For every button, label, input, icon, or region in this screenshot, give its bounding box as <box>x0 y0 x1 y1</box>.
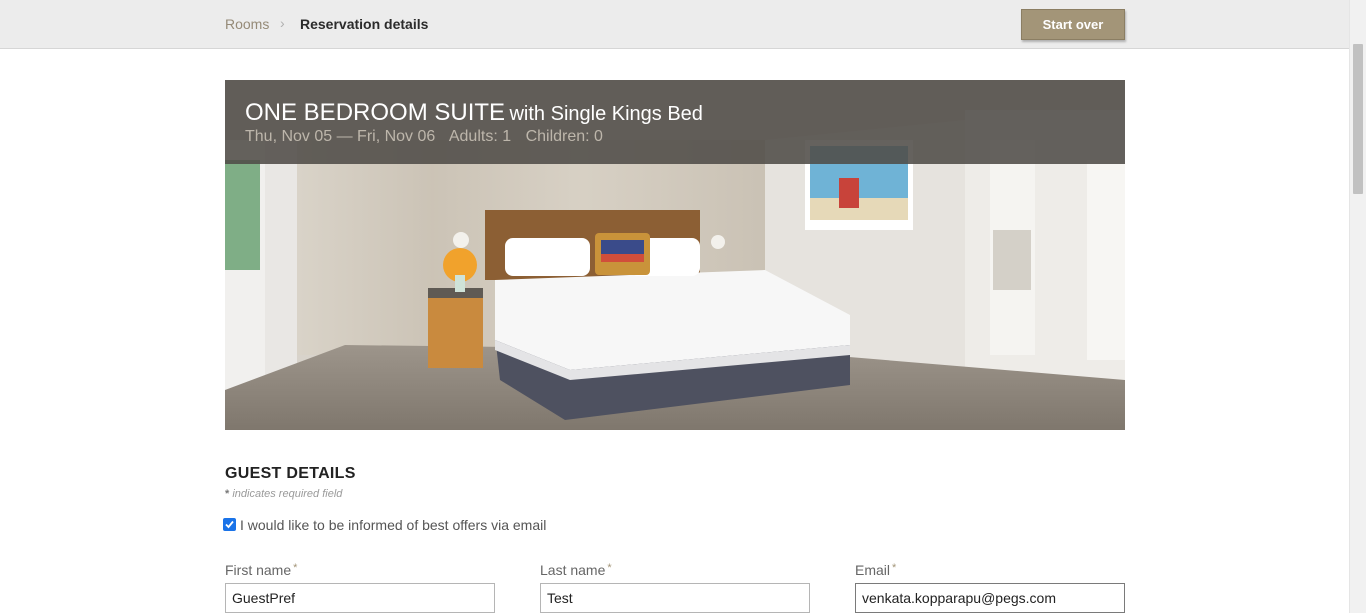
last-name-input[interactable] <box>540 583 810 613</box>
first-name-input[interactable] <box>225 583 495 613</box>
page-scrollbar[interactable] <box>1349 0 1366 613</box>
start-over-button[interactable]: Start over <box>1021 9 1125 40</box>
guest-details-heading: GUEST DETAILS <box>225 465 356 482</box>
room-name: ONE BEDROOM SUITE <box>245 99 506 126</box>
top-bar: Rooms › Reservation details Start over <box>0 0 1349 49</box>
required-star: * <box>607 562 612 574</box>
adults-count: Adults: 1 <box>448 128 512 145</box>
first-name-label-text: First name <box>225 562 292 578</box>
breadcrumb-separator-icon: › <box>280 15 285 31</box>
email-input[interactable] <box>855 583 1125 613</box>
offers-checkbox[interactable] <box>223 518 236 531</box>
last-name-label-text: Last name <box>540 562 606 578</box>
required-field-note: * indicates required field <box>225 488 342 500</box>
room-hero: ONE BEDROOM SUITE with Single Kings Bed … <box>225 80 1125 430</box>
offers-checkbox-label[interactable]: I would like to be informed of best offe… <box>240 517 546 533</box>
room-bed-type: with Single Kings Bed <box>509 103 703 125</box>
first-name-label: First name * <box>225 562 297 578</box>
room-meta: Thu, Nov 05 — Fri, Nov 06 Adults: 1 Chil… <box>245 128 613 146</box>
scrollbar-thumb[interactable] <box>1353 44 1363 194</box>
breadcrumb-rooms-link[interactable]: Rooms <box>225 16 269 32</box>
room-info-overlay: ONE BEDROOM SUITE with Single Kings Bed … <box>225 80 1125 164</box>
room-title: ONE BEDROOM SUITE with Single Kings Bed <box>245 99 703 127</box>
required-note-text: indicates required field <box>229 488 343 500</box>
breadcrumb-current: Reservation details <box>300 16 429 32</box>
stay-dates: Thu, Nov 05 — Fri, Nov 06 <box>245 128 436 145</box>
last-name-label: Last name * <box>540 562 612 578</box>
required-star: * <box>293 562 298 574</box>
required-star: * <box>892 562 897 574</box>
email-label-text: Email <box>855 562 891 578</box>
email-label: Email * <box>855 562 896 578</box>
checkmark-icon <box>225 520 234 529</box>
children-count: Children: 0 <box>525 128 603 145</box>
